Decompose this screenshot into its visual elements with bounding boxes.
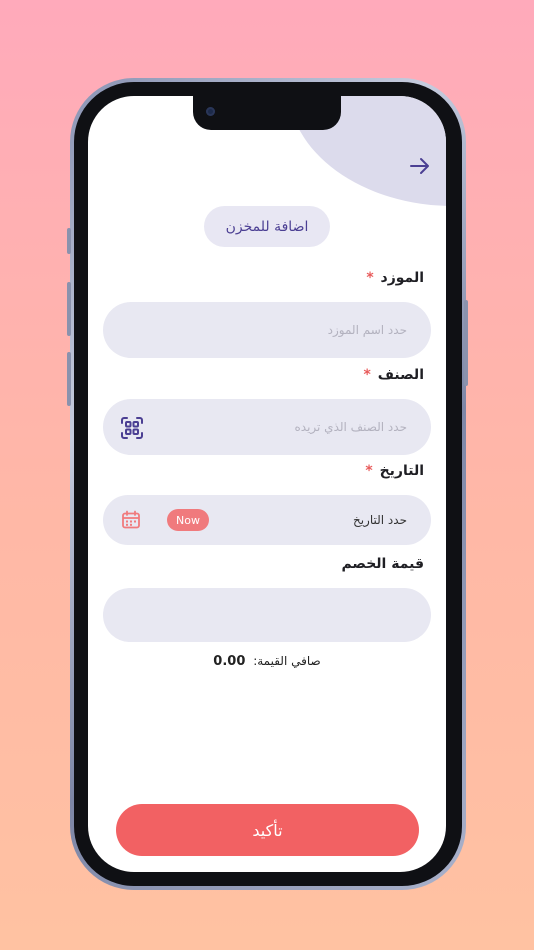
scan-button[interactable] — [117, 413, 147, 443]
qr-scan-icon — [121, 417, 143, 439]
supplier-field — [103, 302, 431, 358]
category-label-text: الصنف — [377, 367, 424, 383]
now-button[interactable]: Now — [167, 509, 209, 531]
category-input[interactable] — [103, 399, 431, 455]
supplier-label: الموزد * — [366, 270, 424, 286]
page-title: اضافة للمخزن — [204, 206, 330, 247]
date-value: حدد التاريخ — [352, 513, 407, 527]
supplier-label-text: الموزد — [380, 270, 424, 286]
arrow-right-icon — [410, 158, 429, 174]
net-value-label: صافي القيمة: — [253, 654, 321, 668]
required-mark: * — [366, 270, 374, 286]
date-field[interactable]: حدد التاريخ Now — [103, 495, 431, 545]
discount-label: قيمة الخصم — [341, 556, 424, 572]
required-mark: * — [363, 367, 371, 383]
calendar-icon — [122, 510, 140, 529]
discount-field — [103, 588, 431, 642]
discount-input[interactable] — [103, 588, 431, 642]
date-label: التاريخ * — [365, 463, 424, 479]
category-field — [103, 399, 431, 455]
app-screen: اضافة للمخزن الموزد * الصنف * — [88, 96, 446, 872]
back-button[interactable] — [406, 152, 434, 180]
phone-side-button — [464, 300, 468, 386]
phone-side-button — [67, 352, 71, 406]
front-camera — [206, 107, 215, 116]
date-label-text: التاريخ — [379, 463, 424, 479]
net-value-amount: 0.00 — [213, 654, 246, 669]
required-mark: * — [365, 463, 373, 479]
phone-side-button — [67, 228, 71, 254]
discount-label-text: قيمة الخصم — [341, 556, 424, 572]
category-label: الصنف * — [364, 367, 424, 383]
supplier-input[interactable] — [103, 302, 431, 358]
notch — [193, 96, 341, 130]
calendar-button[interactable] — [119, 508, 143, 532]
phone-side-button — [67, 282, 71, 336]
confirm-button[interactable]: تأكيد — [116, 804, 419, 856]
net-value-summary: صافي القيمة: 0.00 — [88, 654, 446, 669]
